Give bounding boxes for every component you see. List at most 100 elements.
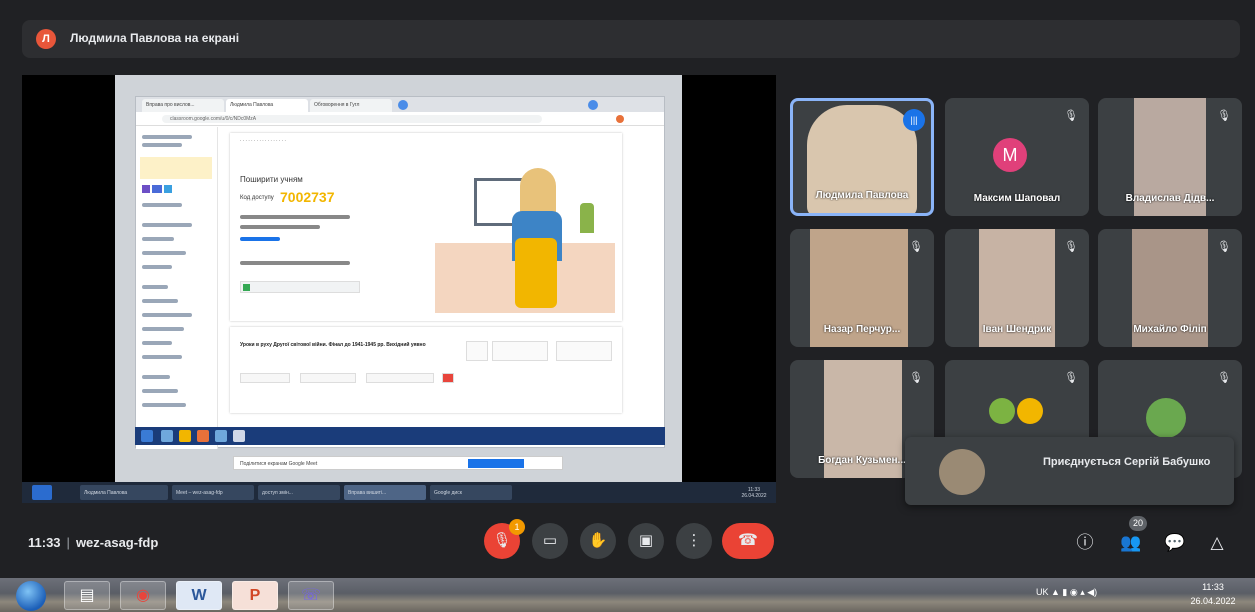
- people-count: 20: [1129, 516, 1147, 531]
- taskbar-app-explorer[interactable]: ▤: [64, 581, 110, 610]
- participant-tile[interactable]: 🎙 M Максим Шаповал: [945, 98, 1089, 216]
- activities-button[interactable]: △: [1204, 530, 1230, 556]
- browser-tab: Людмила Павлова: [226, 99, 308, 112]
- participant-avatar: [1146, 398, 1186, 438]
- people-button[interactable]: 👥: [1118, 530, 1144, 556]
- browser-tabs: Вправа про вислов... Людмила Павлова Обг…: [136, 97, 664, 112]
- classroom-sidebar: [136, 127, 218, 449]
- mic-off-icon: 🎙: [1217, 372, 1231, 384]
- address-row: classroom.google.com/u/0/c/NDc0MzA: [136, 112, 664, 126]
- extension-icon: [616, 115, 624, 123]
- new-tab-icon: [398, 100, 408, 110]
- participant-tile[interactable]: 🎙 Владислав Дідв...: [1098, 98, 1242, 216]
- info-icon: ⓘ: [1076, 533, 1094, 552]
- join-notification[interactable]: Приєднується Сергій Бабушко: [905, 437, 1234, 505]
- meeting-code: wez-asag-fdp: [75, 535, 159, 550]
- end-call-icon: ☎: [738, 532, 758, 549]
- meeting-time: 11:33: [28, 535, 61, 550]
- participant-name: Людмила Павлова: [815, 190, 909, 201]
- activities-icon: △: [1210, 533, 1224, 552]
- raise-hand-icon: ✋: [588, 532, 608, 549]
- shared-task-item: Google диск: [430, 485, 512, 500]
- more-icon: ⋮: [686, 532, 702, 549]
- raise-hand-badge: 1: [509, 519, 525, 535]
- mic-off-icon: 🎙: [1217, 241, 1231, 253]
- assignment-title: Уроки в руху Другої світової війни. Фіна…: [240, 342, 426, 348]
- taskbar-app-chrome[interactable]: ◉: [120, 581, 166, 610]
- shared-taskbar: Людмила Павлова Meet – wez-asag-fdp дост…: [22, 482, 776, 503]
- shared-task-item: Meet – wez-asag-fdp: [172, 485, 254, 500]
- code-label: Код доступу: [240, 195, 274, 201]
- join-text: Приєднується Сергій Бабушко: [1043, 456, 1211, 468]
- shared-windows-taskbar: [135, 427, 665, 445]
- start-button[interactable]: [16, 581, 46, 611]
- share-notification: Поділитися екранaм Google Meet: [233, 456, 563, 470]
- info-button[interactable]: ⓘ: [1072, 530, 1098, 556]
- shared-task-item: Людмила Павлова: [80, 485, 168, 500]
- participant-avatar: M: [993, 138, 1027, 172]
- participant-name: Михайло Філіп: [1133, 324, 1207, 335]
- meeting-info: 11:33 | wez-asag-fdp: [28, 535, 159, 550]
- classroom-main: . . . . . . . . . . . . . . . . . Пошири…: [230, 127, 622, 439]
- participant-tile[interactable]: 🎙 Назар Перчур...: [790, 229, 934, 347]
- participant-name: Іван Шендрик: [982, 324, 1052, 335]
- joining-avatar: [939, 449, 985, 495]
- present-button[interactable]: ▣: [628, 523, 664, 559]
- address-bar: classroom.google.com/u/0/c/NDc0MzA: [162, 115, 542, 123]
- invite-card: . . . . . . . . . . . . . . . . . Пошири…: [230, 133, 622, 321]
- browser-tab: Вправа про вислов...: [142, 99, 224, 112]
- shared-task-item: доступ змін...: [258, 485, 340, 500]
- camera-button[interactable]: ▭: [532, 523, 568, 559]
- app-icon: [164, 185, 172, 193]
- mic-off-icon: 🎙: [1064, 241, 1078, 253]
- chat-icon: 💬: [1164, 533, 1186, 552]
- shared-clock: 11:33 26.04.2022: [741, 487, 767, 499]
- class-code: 7002737: [280, 189, 335, 205]
- share-link-button: [240, 281, 360, 293]
- shared-screen: Вправа про вислов... Людмила Павлова Обг…: [22, 75, 776, 503]
- leave-call-button[interactable]: ☎: [722, 523, 774, 559]
- presenter-avatar: Л: [36, 29, 56, 49]
- app-icon: [142, 185, 150, 193]
- mic-off-icon: 🎙: [492, 532, 512, 549]
- present-icon: ▣: [638, 532, 654, 549]
- participant-tile[interactable]: 🎙 Михайло Філіп: [1098, 229, 1242, 347]
- app-icon: [152, 185, 162, 193]
- taskbar-clock[interactable]: 11:33 26.04.2022: [1180, 580, 1246, 608]
- notification-button: [468, 459, 524, 468]
- more-options-button[interactable]: ⋮: [676, 523, 712, 559]
- shared-browser-window: Вправа про вислов... Людмила Павлова Обг…: [135, 96, 665, 449]
- mic-off-icon: 🎙: [1217, 110, 1231, 122]
- shared-screenshot: Вправа про вислов... Людмила Павлова Обг…: [115, 75, 682, 482]
- participant-avatar: [1017, 398, 1043, 424]
- participant-avatar: [989, 398, 1015, 424]
- start-icon: [32, 485, 52, 500]
- mic-off-icon: 🎙: [909, 241, 923, 253]
- presenting-text: Людмила Павлова на екрані: [70, 31, 240, 45]
- mic-off-icon: 🎙: [909, 372, 923, 384]
- profile-icon: [588, 100, 598, 110]
- assignment-card: Уроки в руху Другої світової війни. Фіна…: [230, 327, 622, 413]
- participant-name: Владислав Дідв...: [1125, 193, 1215, 204]
- language-indicator[interactable]: UK: [1036, 587, 1049, 597]
- meet-window: Л Людмила Павлова на екрані Вправа про в…: [0, 0, 1255, 578]
- participant-name: Максим Шаповал: [973, 193, 1061, 204]
- chat-button[interactable]: 💬: [1162, 530, 1188, 556]
- browser-tab: Обговорення в Гугл: [310, 99, 392, 112]
- participant-tile[interactable]: ||| Людмила Павлова: [790, 98, 934, 216]
- system-tray[interactable]: UK ▲ ▮ ◉ ▴ ◀): [1036, 587, 1097, 598]
- participant-tile[interactable]: 🎙 Іван Шендрик: [945, 229, 1089, 347]
- participant-name: Назар Перчур...: [823, 324, 901, 335]
- camera-icon: ▭: [542, 532, 558, 549]
- taskbar-app-powerpoint[interactable]: P: [232, 581, 278, 610]
- mic-off-icon: 🎙: [1064, 110, 1078, 122]
- invite-title: Поширити учням: [240, 175, 303, 184]
- speaking-icon: |||: [903, 109, 925, 131]
- shared-task-item: Вправа вишиті...: [344, 485, 426, 500]
- presenting-banner: Л Людмила Павлова на екрані: [22, 20, 1240, 58]
- people-icon: 👥: [1120, 533, 1142, 552]
- taskbar-app-viber[interactable]: ☏: [288, 581, 334, 610]
- mic-off-icon: 🎙: [1064, 372, 1078, 384]
- taskbar-app-word[interactable]: W: [176, 581, 222, 610]
- raise-hand-button[interactable]: ✋: [580, 523, 616, 559]
